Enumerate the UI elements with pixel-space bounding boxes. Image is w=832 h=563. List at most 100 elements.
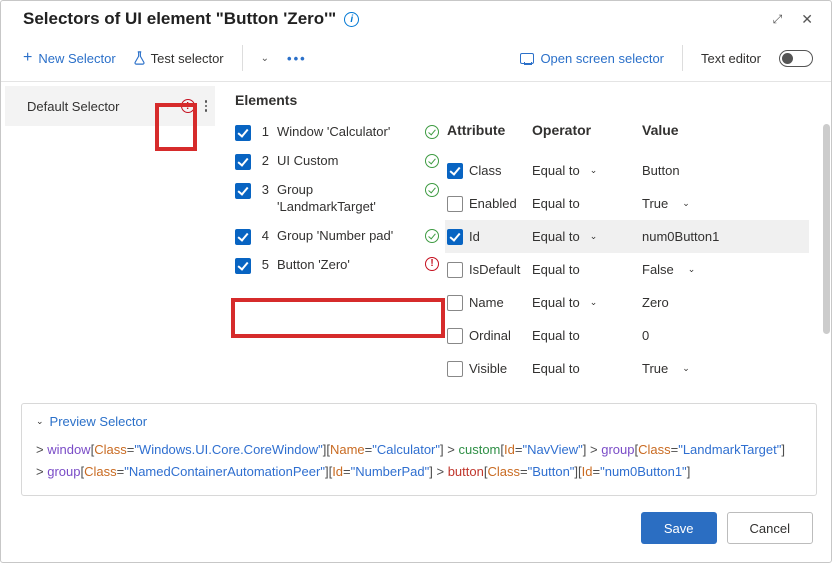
attribute-checkbox[interactable] <box>447 262 463 278</box>
chevron-down-icon[interactable]: ⌄ <box>590 297 598 308</box>
open-screen-selector-button[interactable]: Open screen selector <box>520 51 664 66</box>
selector-list-item[interactable]: Default Selector ! <box>5 86 215 126</box>
attribute-checkbox[interactable] <box>447 361 463 377</box>
more-actions-icon[interactable]: ••• <box>287 51 307 66</box>
preview-toggle[interactable]: ⌄ Preview Selector <box>36 414 802 429</box>
preview-line-2: > group[Class="NamedContainerAutomationP… <box>36 461 802 483</box>
element-row[interactable]: 5 Button 'Zero'! <box>235 251 445 280</box>
element-checkbox[interactable] <box>235 183 251 199</box>
attribute-value: True <box>642 361 668 376</box>
preview-label: Preview Selector <box>50 414 148 429</box>
element-checkbox[interactable] <box>235 125 251 141</box>
attr-header-value: Value <box>642 122 809 138</box>
element-label: Button 'Zero' <box>277 257 417 274</box>
attribute-value: False <box>642 262 674 277</box>
new-selector-label: New Selector <box>38 51 115 66</box>
preview-line-1: > window[Class="Windows.UI.Core.CoreWind… <box>36 439 802 461</box>
element-index: 2 <box>259 153 269 170</box>
attribute-row[interactable]: Visible Equal to True ⌄ <box>445 352 809 385</box>
divider <box>682 45 683 71</box>
attribute-value: num0Button1 <box>642 229 719 244</box>
resize-icon[interactable]: ⤢ <box>773 12 780 27</box>
elements-heading: Elements <box>235 92 831 108</box>
attribute-name: Enabled <box>469 196 517 211</box>
attribute-name: Name <box>469 295 504 310</box>
attribute-checkbox[interactable] <box>447 328 463 344</box>
attribute-operator: Equal to <box>532 295 580 310</box>
element-label: Group 'Number pad' <box>277 228 417 245</box>
attribute-value: Zero <box>642 295 669 310</box>
attribute-name: IsDefault <box>469 262 520 277</box>
ok-icon <box>425 125 439 139</box>
element-checkbox[interactable] <box>235 154 251 170</box>
element-checkbox[interactable] <box>235 258 251 274</box>
error-icon: ! <box>181 99 195 113</box>
attribute-value: True <box>642 196 668 211</box>
element-label: Window 'Calculator' <box>277 124 417 141</box>
info-icon[interactable]: i <box>344 12 359 27</box>
element-index: 5 <box>259 257 269 274</box>
attribute-checkbox[interactable] <box>447 229 463 245</box>
chevron-down-icon[interactable]: ⌄ <box>590 231 598 242</box>
element-label: UI Custom <box>277 153 417 170</box>
attr-header-attribute: Attribute <box>447 122 532 138</box>
open-screen-label: Open screen selector <box>540 51 664 66</box>
error-icon: ! <box>425 257 439 271</box>
attribute-name: Id <box>469 229 480 244</box>
text-editor-toggle[interactable] <box>779 50 813 67</box>
element-row[interactable]: 2 UI Custom <box>235 147 445 176</box>
attribute-value: Button <box>642 163 680 178</box>
attribute-checkbox[interactable] <box>447 295 463 311</box>
chevron-down-icon[interactable]: ⌄ <box>688 264 696 275</box>
attribute-row[interactable]: Id Equal to ⌄ num0Button1 <box>445 220 809 253</box>
ok-icon <box>425 229 439 243</box>
element-index: 3 <box>259 182 269 199</box>
selector-name: Default Selector <box>27 99 120 114</box>
element-index: 1 <box>259 124 269 141</box>
save-button[interactable]: Save <box>641 512 717 544</box>
attribute-row[interactable]: Enabled Equal to True ⌄ <box>445 187 809 220</box>
cancel-button[interactable]: Cancel <box>727 512 813 544</box>
chevron-down-icon[interactable]: ⌄ <box>682 198 690 209</box>
element-label: Group 'LandmarkTarget' <box>277 182 417 216</box>
attribute-operator: Equal to <box>532 196 580 211</box>
element-checkbox[interactable] <box>235 229 251 245</box>
chevron-down-icon[interactable]: ⌄ <box>590 165 598 176</box>
attribute-operator: Equal to <box>532 262 580 277</box>
chevron-down-icon: ⌄ <box>36 416 44 427</box>
selector-menu-icon[interactable] <box>205 100 207 111</box>
preview-selector-panel: ⌄ Preview Selector > window[Class="Windo… <box>21 403 817 496</box>
element-row[interactable]: 3 Group 'LandmarkTarget' <box>235 176 445 222</box>
divider <box>242 45 243 71</box>
attr-header-operator: Operator <box>532 122 642 138</box>
attribute-operator: Equal to <box>532 229 580 244</box>
element-row[interactable]: 1 Window 'Calculator' <box>235 118 445 147</box>
attribute-checkbox[interactable] <box>447 163 463 179</box>
test-selector-button[interactable]: Test selector <box>134 51 224 66</box>
attribute-operator: Equal to <box>532 361 580 376</box>
attribute-row[interactable]: Ordinal Equal to 0 <box>445 319 809 352</box>
attribute-row[interactable]: Class Equal to ⌄ Button <box>445 154 809 187</box>
chevron-down-icon[interactable]: ⌄ <box>261 53 269 64</box>
new-selector-button[interactable]: + New Selector <box>23 50 116 66</box>
attribute-row[interactable]: Name Equal to ⌄ Zero <box>445 286 809 319</box>
element-row[interactable]: 4 Group 'Number pad' <box>235 222 445 251</box>
screen-icon <box>520 53 534 64</box>
plus-icon: + <box>23 50 32 66</box>
attribute-row[interactable]: IsDefault Equal to False ⌄ <box>445 253 809 286</box>
attribute-checkbox[interactable] <box>447 196 463 212</box>
scrollbar[interactable] <box>823 124 830 334</box>
close-icon[interactable] <box>801 11 813 28</box>
text-editor-label: Text editor <box>701 51 761 66</box>
chevron-down-icon[interactable]: ⌄ <box>682 363 690 374</box>
attribute-operator: Equal to <box>532 163 580 178</box>
attribute-value: 0 <box>642 328 649 343</box>
ok-icon <box>425 154 439 168</box>
attribute-operator: Equal to <box>532 328 580 343</box>
attribute-name: Ordinal <box>469 328 511 343</box>
ok-icon <box>425 183 439 197</box>
attribute-name: Class <box>469 163 502 178</box>
element-index: 4 <box>259 228 269 245</box>
test-selector-label: Test selector <box>151 51 224 66</box>
attribute-name: Visible <box>469 361 507 376</box>
